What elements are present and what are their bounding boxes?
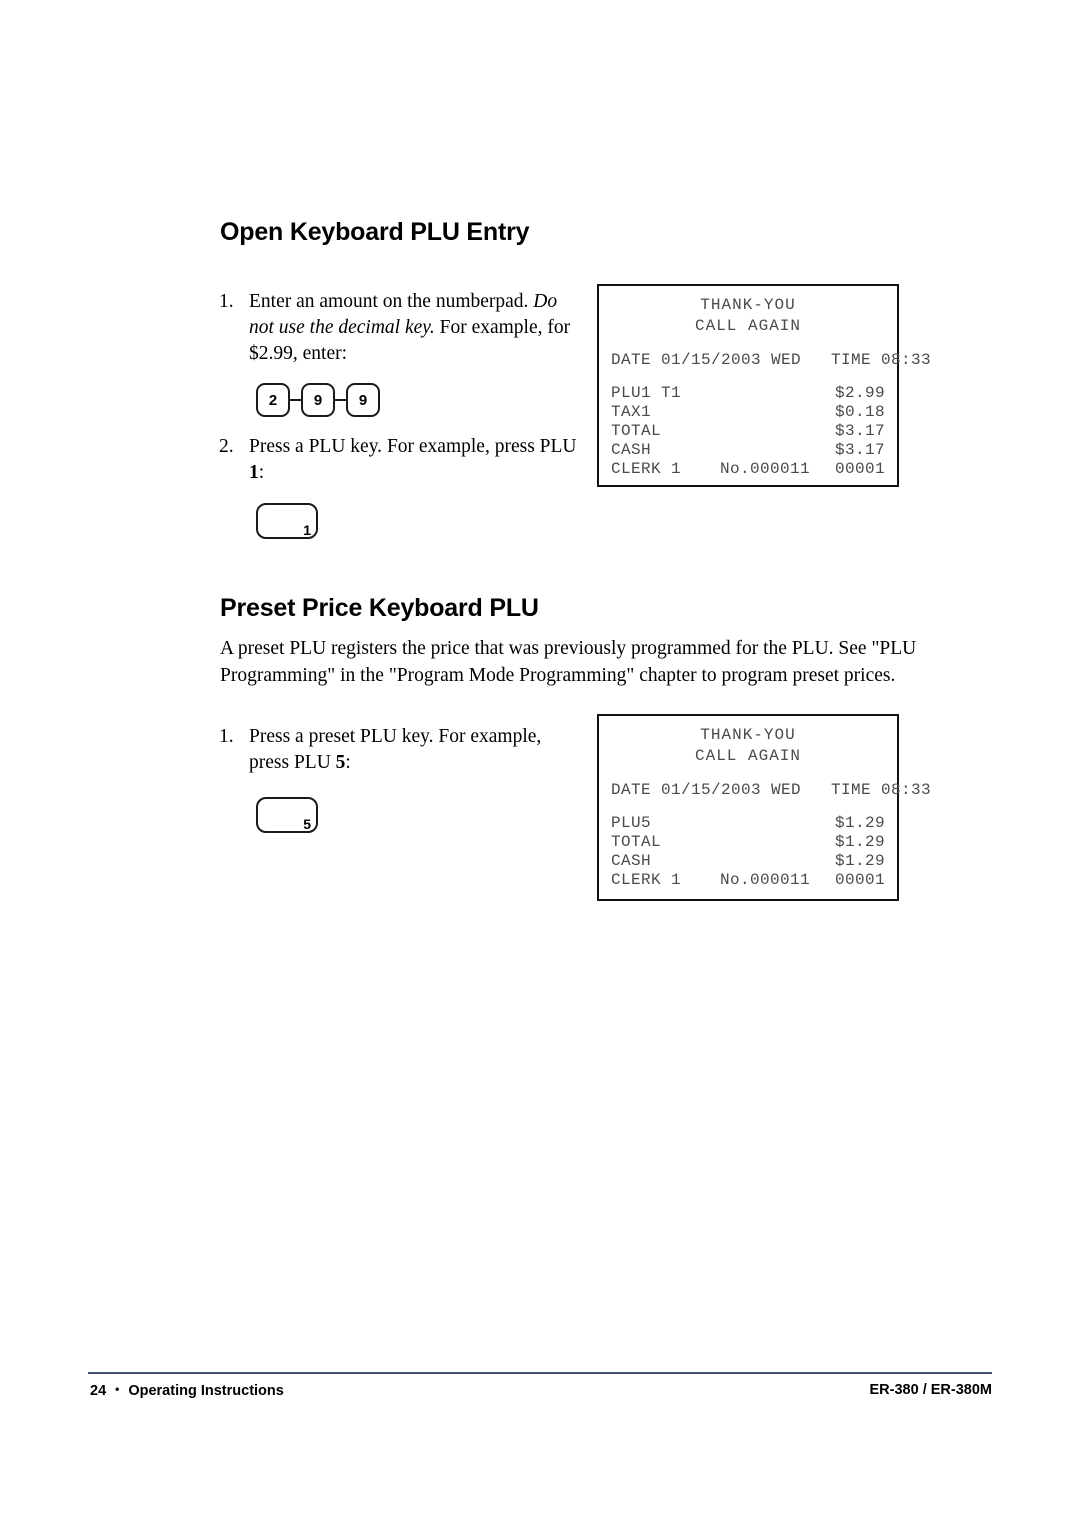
receipt-line-value: $1.29 [834,833,885,851]
receipt-line-label: TOTAL [611,422,662,440]
footer-divider [88,1372,992,1374]
step-text-part3: : [345,752,351,773]
receipt-line-label: CASH [611,852,652,870]
step-text-part3: : [258,462,265,483]
receipt-line-item: TAX1 $0.18 [611,403,885,422]
receipt-line-value: $0.18 [834,403,885,421]
receipt-clerk-number: No.000011 [719,460,810,478]
receipt-line-value: $1.29 [834,852,885,870]
receipt-line-label: TAX1 [611,403,652,421]
receipt-datetime: DATE 01/15/2003 WED TIME 08:33 [611,351,932,369]
keypad-key-sequence: 2 9 9 [256,383,380,417]
receipt-line-label: CASH [611,441,652,459]
step-text-part1: Press a preset PLU key. [249,726,434,747]
section-heading-preset-price-keyboard-plu: Preset Price Keyboard PLU [220,594,539,622]
receipt-line-label: PLU1 T1 [611,384,682,402]
footer-left: 24 • Operating Instructions [90,1382,284,1399]
receipt-line-label: TOTAL [611,833,662,851]
receipt-clerk-line: CLERK 1 No.000011 00001 [611,871,885,890]
step-text-1-2: Press a PLU key. For example, press PLU … [249,434,589,486]
receipt-sample-preset-plu: THANK-YOU CALL AGAIN DATE 01/15/2003 WED… [597,714,932,901]
keypad-key-9-second[interactable]: 9 [346,383,380,417]
receipt-clerk-counter: 00001 [834,460,885,478]
receipt-line-item: CASH $1.29 [611,852,885,871]
plu-key-label: 1 [303,522,311,538]
receipt-spacer [611,371,885,384]
receipt-clerk-counter: 00001 [834,871,885,889]
step-text-part1: Enter an amount on the numberpad. [249,291,529,312]
section-heading-open-keyboard-plu-entry: Open Keyboard PLU Entry [220,218,530,246]
receipt-clerk-label: CLERK 1 [611,871,682,889]
step-text-part2: For example, press PLU [386,436,577,457]
step-text-bold-token: 5 [335,752,346,773]
receipt-clerk-number: No.000011 [719,871,810,889]
receipt-line-item: CASH $3.17 [611,441,885,460]
plu-key-1[interactable]: 1 [256,503,318,539]
footer-section-label: Operating Instructions [128,1383,284,1399]
receipt-line-item: TOTAL $1.29 [611,833,885,852]
preset-price-paragraph: A preset PLU registers the price that wa… [220,638,917,686]
key-connector-icon [335,398,346,402]
receipt-header-line-1: THANK-YOU [700,726,796,744]
step-number-2-1: 1. [219,726,234,747]
receipt-datetime: DATE 01/15/2003 WED TIME 08:33 [611,781,932,799]
receipt-line-value: $3.17 [834,422,885,440]
footer-bullet-icon: • [115,1382,120,1396]
receipt-spacer [611,337,885,350]
receipt-header-line-1: THANK-YOU [700,296,796,314]
receipt-line-value: $3.17 [834,441,885,459]
page-number: 24 [90,1383,107,1399]
receipt-line-value: $1.29 [834,814,885,832]
receipt-clerk-label: CLERK 1 [611,460,682,478]
receipt-clerk-line: CLERK 1 No.000011 00001 [611,460,885,479]
receipt-line-item: PLU1 T1 $2.99 [611,384,885,403]
step-number-1-1: 1. [219,291,234,312]
receipt-spacer [611,767,885,780]
receipt-header-line-2: CALL AGAIN [694,747,801,765]
step-text-2-1: Press a preset PLU key. For example, pre… [249,724,579,776]
step-text-part1: Press a PLU key. [249,436,383,457]
key-connector-icon [290,398,301,402]
step-text-1-1: Enter an amount on the numberpad. Do not… [249,289,579,367]
receipt-line-item: TOTAL $3.17 [611,422,885,441]
step-number-1-2: 2. [219,436,234,457]
receipt-sample-open-plu: THANK-YOU CALL AGAIN DATE 01/15/2003 WED… [597,284,932,487]
plu-key-5[interactable]: 5 [256,797,318,833]
plu-key-label: 5 [303,816,311,832]
receipt-spacer [611,801,885,814]
receipt-line-label: PLU5 [611,814,652,832]
receipt-line-item: PLU5 $1.29 [611,814,885,833]
step-text-bold-token: 1 [249,462,259,483]
receipt-header-line-2: CALL AGAIN [694,317,801,335]
footer-model-label: ER-380 / ER-380M [869,1382,993,1398]
keypad-key-9-first[interactable]: 9 [301,383,335,417]
receipt-line-value: $2.99 [834,384,885,402]
keypad-key-2[interactable]: 2 [256,383,290,417]
document-page: Open Keyboard PLU Entry 1. Enter an amou… [0,0,1080,1528]
